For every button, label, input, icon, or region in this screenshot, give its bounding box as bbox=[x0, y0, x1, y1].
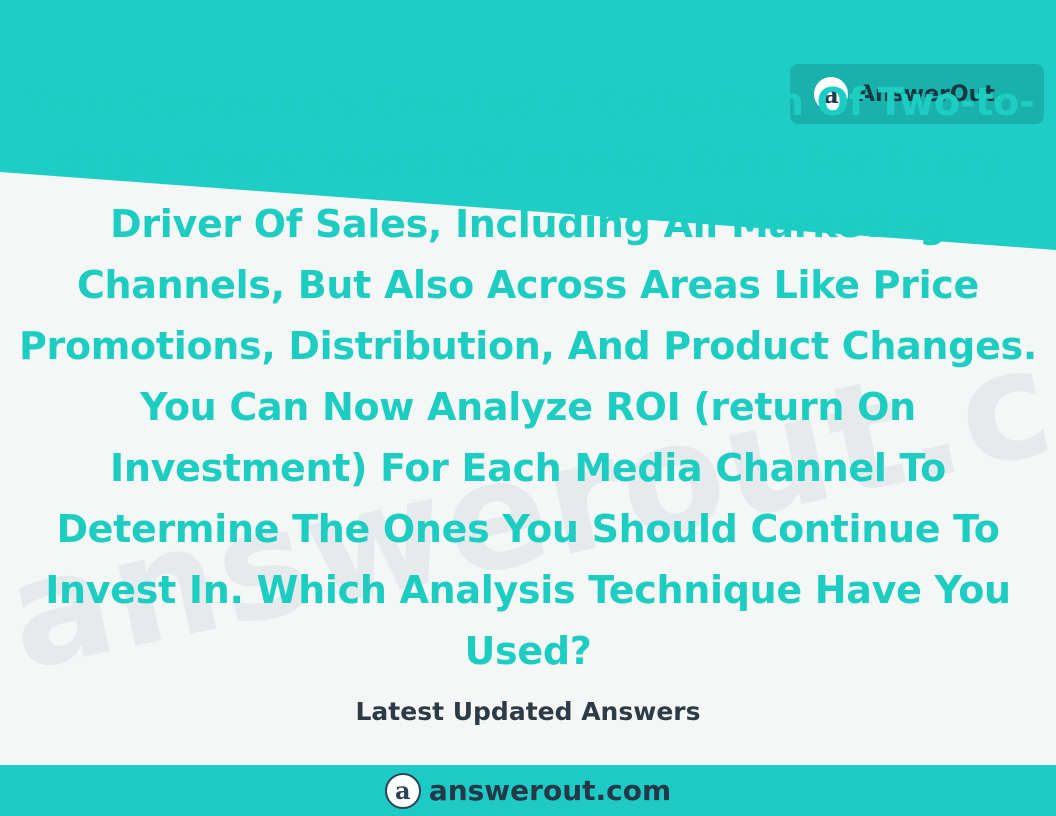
question-text: Your Company's Created A Collection Of T… bbox=[18, 80, 1038, 673]
footer-domain-link[interactable]: answerout.com bbox=[429, 774, 671, 807]
tagline: Latest Updated Answers bbox=[355, 697, 701, 726]
footer-bar: a answerout.com bbox=[0, 765, 1056, 816]
answerout-logo-icon: a bbox=[384, 772, 421, 809]
